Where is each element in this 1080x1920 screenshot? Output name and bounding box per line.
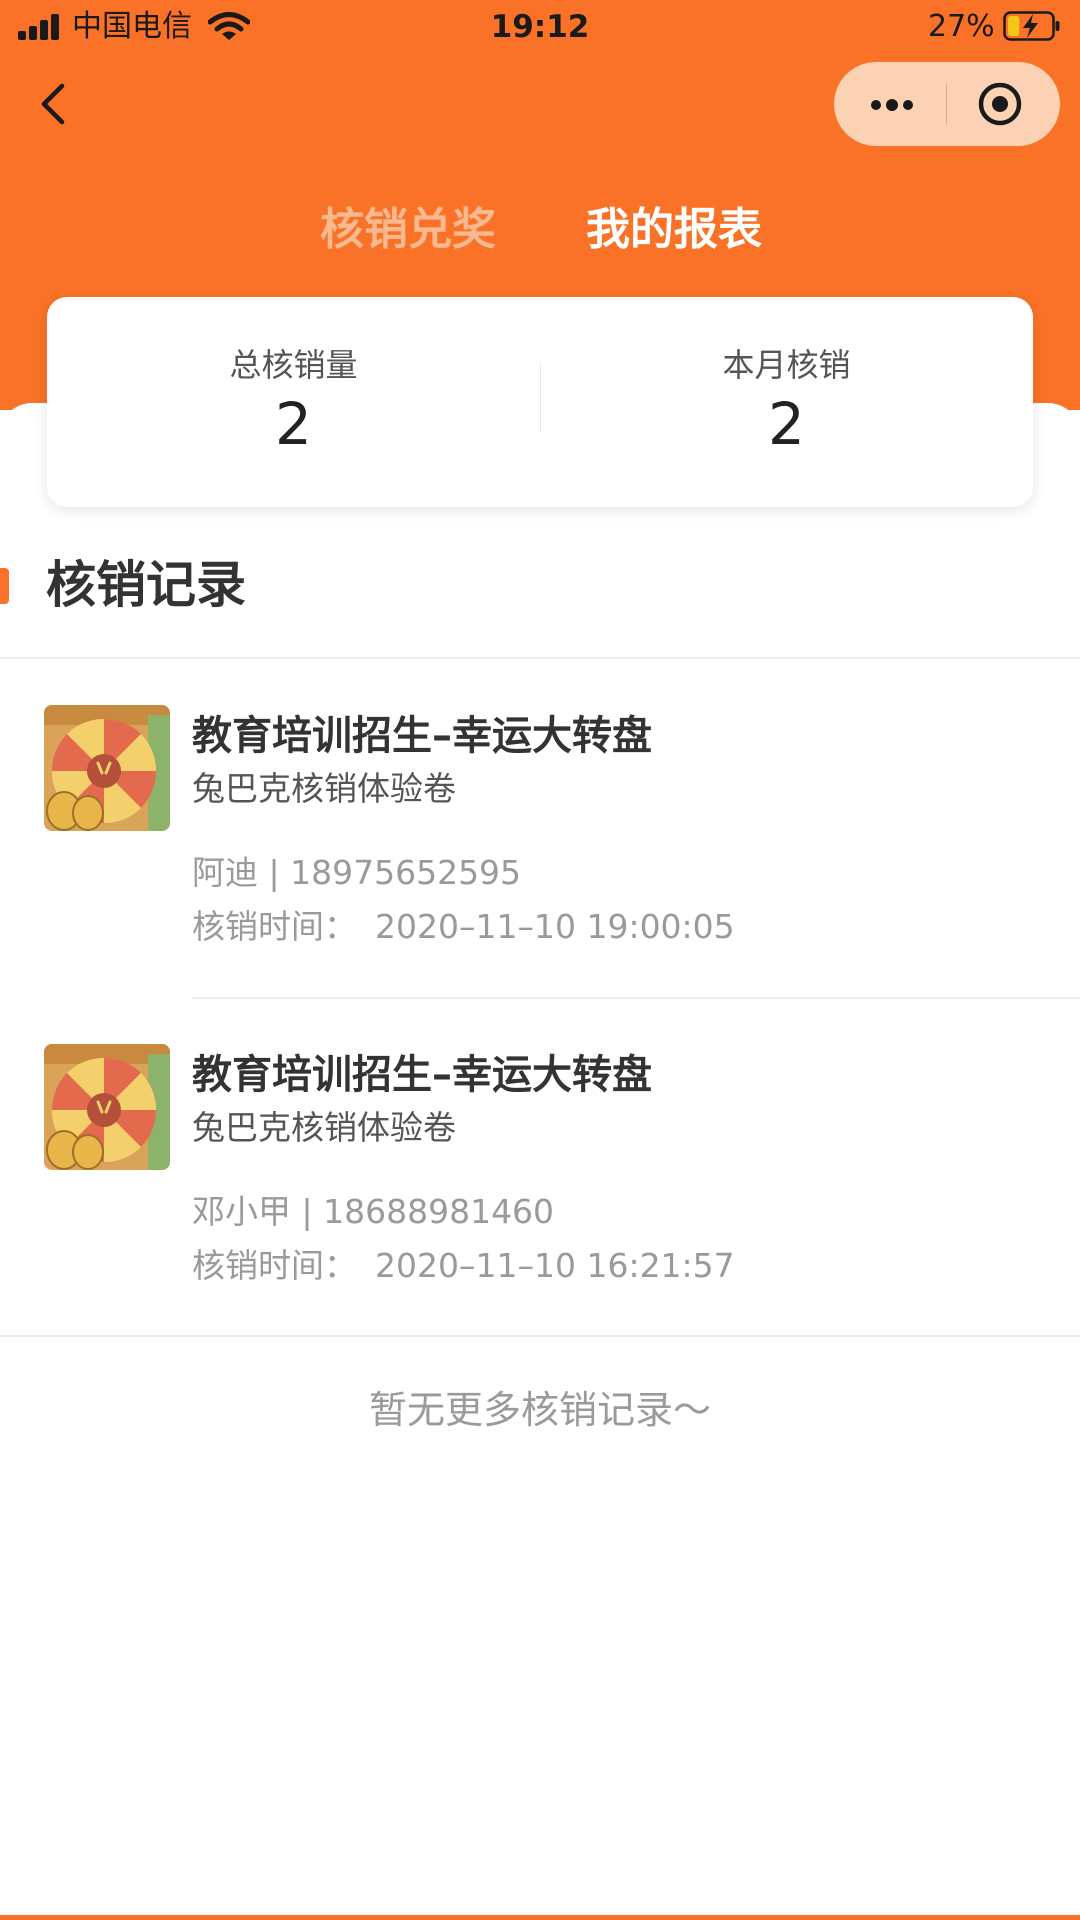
bottom-accent-line — [0, 1915, 1080, 1920]
record-title: 教育培训招生–幸运大转盘 — [192, 713, 652, 759]
status-bar: 中国电信 19:12 27% — [0, 0, 1080, 54]
list-item[interactable]: 教育培训招生–幸运大转盘 兔巴克核销体验卷 邓小甲 | 18688981460 … — [0, 998, 1080, 1328]
list-end-divider — [0, 1335, 1080, 1337]
record-contact: 邓小甲 | 18688981460 — [192, 1192, 555, 1231]
record-time-value: 2020–11–10 19:00:05 — [375, 907, 735, 946]
record-time: 核销时间： 2020–11–10 19:00:05 — [192, 905, 735, 949]
capsule-divider — [946, 84, 947, 124]
record-title: 教育培训招生–幸运大转盘 — [192, 1052, 652, 1098]
mini-program-capsule — [834, 62, 1060, 146]
stat-total-label: 总核销量 — [229, 346, 358, 384]
tab-my-report[interactable]: 我的报表 — [586, 200, 762, 260]
target-circle-icon[interactable] — [976, 80, 1024, 128]
no-more-records: 暂无更多核销记录～ — [368, 1388, 711, 1432]
list-item[interactable]: 教育培训招生–幸运大转盘 兔巴克核销体验卷 阿迪 | 18975652595 核… — [0, 659, 1080, 989]
stat-month-label: 本月核销 — [722, 346, 851, 384]
section-accent-bar — [0, 568, 9, 604]
stat-month-value: 2 — [768, 390, 805, 458]
record-subtitle: 兔巴克核销体验卷 — [192, 769, 456, 808]
record-time-value: 2020–11–10 16:21:57 — [375, 1246, 735, 1285]
tab-verify-redeem[interactable]: 核销兑奖 — [320, 200, 496, 260]
prize-wheel-thumbnail — [44, 705, 170, 831]
battery-percent: 27% — [928, 9, 995, 44]
record-time: 核销时间： 2020–11–10 16:21:57 — [192, 1244, 735, 1288]
back-chevron-icon[interactable] — [30, 72, 84, 136]
record-subtitle: 兔巴克核销体验卷 — [192, 1108, 456, 1147]
record-contact: 阿迪 | 18975652595 — [192, 853, 522, 892]
battery-charging-icon — [1003, 11, 1060, 41]
stat-month: 本月核销 2 — [540, 297, 1033, 507]
stats-card: 总核销量 2 本月核销 2 — [47, 297, 1033, 507]
stat-total: 总核销量 2 — [47, 297, 540, 507]
more-dots-icon[interactable] — [834, 62, 946, 146]
record-time-label: 核销时间： — [192, 907, 357, 946]
prize-wheel-thumbnail — [44, 1044, 170, 1170]
section-title: 核销记录 — [46, 556, 246, 614]
record-time-label: 核销时间： — [192, 1246, 357, 1285]
stat-total-value: 2 — [275, 390, 312, 458]
status-time: 19:12 — [490, 9, 590, 45]
